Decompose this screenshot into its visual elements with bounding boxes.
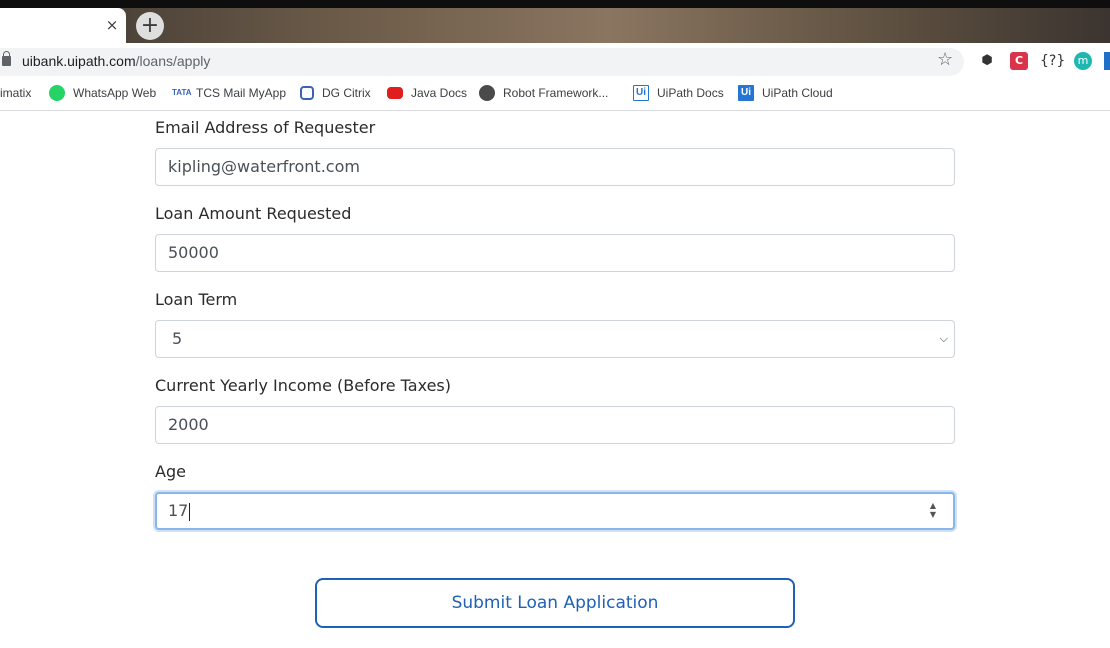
loan-amount-field[interactable]: 50000 (155, 234, 955, 272)
email-label: Email Address of Requester (155, 118, 376, 137)
bookmark-tcs-mail[interactable]: TATA TCS Mail MyApp (172, 84, 286, 102)
url-path: /loans/apply (135, 53, 211, 69)
chevron-down-icon: ⌵ (939, 332, 948, 345)
bookmark-imatix[interactable]: imatix (0, 84, 31, 102)
bookmark-uipath-docs[interactable]: Ui UiPath Docs (633, 84, 724, 102)
close-icon[interactable]: × (104, 16, 120, 34)
extension-blue-icon[interactable] (1104, 52, 1110, 70)
bookmark-uipath-cloud[interactable]: Ui UiPath Cloud (738, 84, 833, 102)
bookmark-label: DG Citrix (322, 86, 371, 100)
income-field[interactable]: 2000 (155, 406, 955, 444)
tab-strip (0, 0, 1110, 43)
url-text[interactable]: uibank.uipath.com/loans/apply (22, 52, 210, 70)
whatsapp-icon (49, 85, 65, 101)
uipath-icon: Ui (633, 85, 649, 101)
bookmark-whatsapp[interactable]: WhatsApp Web (49, 84, 156, 102)
citrix-icon (300, 86, 314, 100)
loan-term-value: 5 (172, 329, 183, 348)
loan-amount-label: Loan Amount Requested (155, 204, 352, 223)
bookmark-label: TCS Mail MyApp (196, 86, 287, 100)
url-host: uibank.uipath.com (22, 53, 136, 69)
email-field[interactable]: kipling@waterfront.com (155, 148, 955, 186)
age-label: Age (155, 462, 186, 481)
lock-icon[interactable] (2, 51, 11, 66)
number-spinner-icon[interactable]: ▲ ▼ (927, 501, 939, 521)
age-value: 17 (168, 501, 189, 520)
extension-curly-icon[interactable]: {?} (1040, 52, 1065, 70)
bookmark-java-docs[interactable]: Java Docs (387, 84, 467, 102)
income-label: Current Yearly Income (Before Taxes) (155, 376, 451, 395)
email-value: kipling@waterfront.com (168, 157, 360, 176)
loan-term-label: Loan Term (155, 290, 238, 309)
tcs-icon: TATA (172, 88, 192, 97)
text-caret (189, 502, 191, 521)
bookmark-dg-citrix[interactable]: DG Citrix (300, 84, 371, 102)
submit-loan-application-button[interactable]: Submit Loan Application (315, 578, 795, 628)
bookmark-label: WhatsApp Web (73, 86, 157, 100)
new-tab-button[interactable]: + (136, 12, 164, 40)
loan-amount-value: 50000 (168, 243, 219, 262)
bookmark-label: imatix (0, 86, 32, 100)
bookmark-robot-framework[interactable]: Robot Framework... (479, 84, 608, 102)
extension-m-icon[interactable]: m (1074, 52, 1092, 70)
bookmark-label: UiPath Docs (657, 86, 724, 100)
oracle-icon (387, 87, 403, 99)
bookmark-label: Java Docs (411, 86, 468, 100)
extension-box-icon[interactable]: ⬢ (978, 52, 996, 70)
uipath-icon: Ui (738, 85, 754, 101)
bookmark-label: UiPath Cloud (762, 86, 833, 100)
income-value: 2000 (168, 415, 209, 434)
loan-term-select[interactable]: 5 ⌵ (155, 320, 955, 358)
age-field[interactable]: 17 ▲ ▼ (155, 492, 955, 530)
extension-red-icon[interactable]: C (1010, 52, 1028, 70)
bookmark-label: Robot Framework... (503, 86, 609, 100)
robot-framework-icon (479, 85, 495, 101)
bookmark-star-icon[interactable]: ☆ (937, 50, 953, 70)
